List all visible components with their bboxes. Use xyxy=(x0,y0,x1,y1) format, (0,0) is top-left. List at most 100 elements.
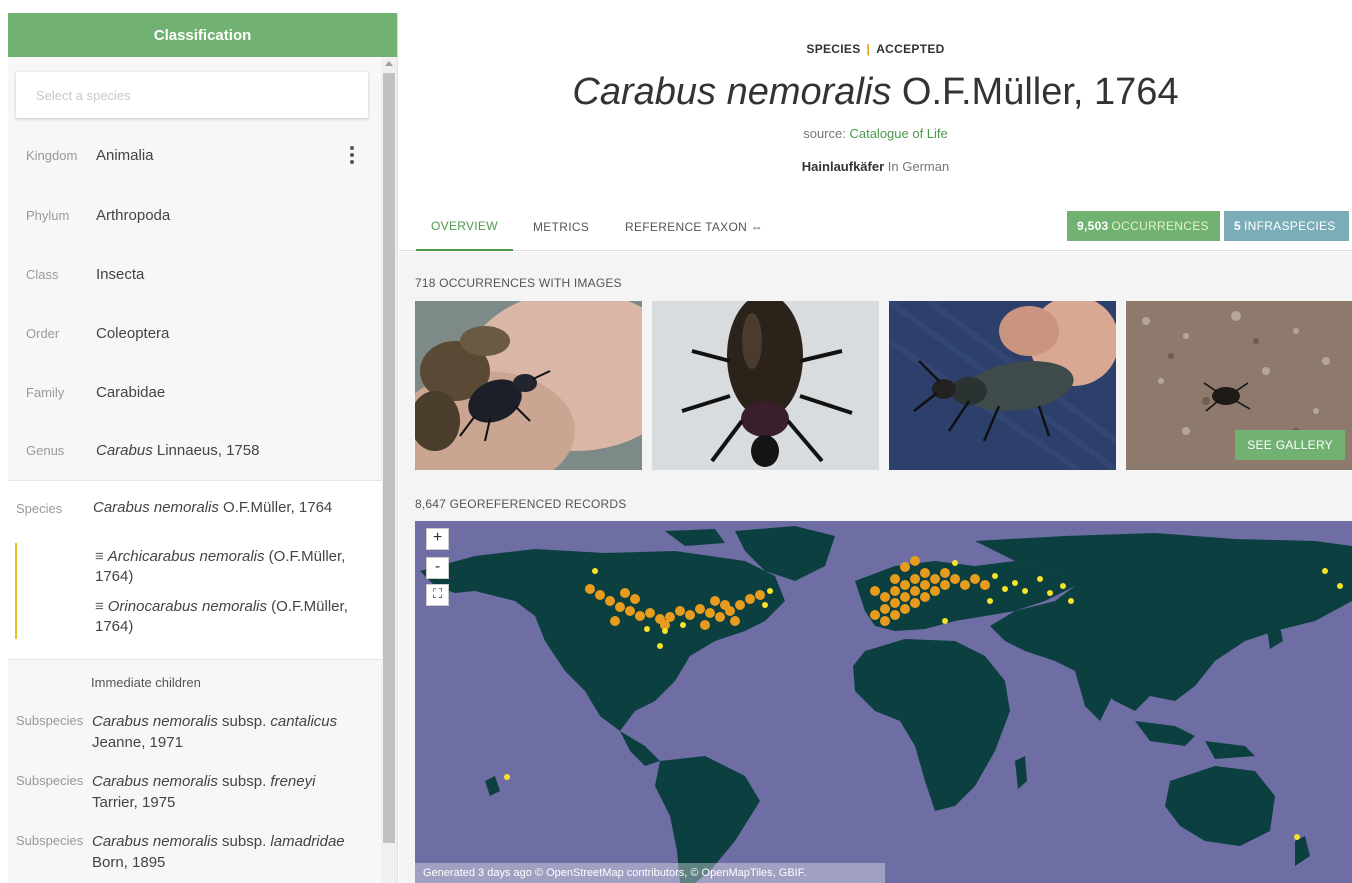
child-value[interactable]: Carabus nemoralis subsp. lamadridae Born,… xyxy=(92,831,372,873)
rank-row-class[interactable]: Class Insecta xyxy=(8,245,382,303)
title-author: O.F.Müller, 1764 xyxy=(891,71,1179,113)
occurrence-photo[interactable] xyxy=(889,301,1116,470)
vernacular-line: Hainlaufkäfer In German xyxy=(399,159,1352,174)
rank-row-order[interactable]: Order Coleoptera xyxy=(8,304,382,362)
child-row[interactable]: Subspecies Carabus nemoralis subsp. fren… xyxy=(8,771,382,813)
rank-value[interactable]: Carabidae xyxy=(96,384,165,401)
child-author: Tarrier, 1975 xyxy=(92,794,176,811)
sidebar-title: Classification xyxy=(8,13,397,57)
rank-row-genus[interactable]: Genus Carabus Linnaeus, 1758 xyxy=(8,421,382,479)
child-epithet: cantalicus xyxy=(270,713,338,730)
synonym-item[interactable]: ≡ Orinocarabus nemoralis (O.F.Müller, 176… xyxy=(95,597,375,637)
rank-label: Kingdom xyxy=(26,147,78,163)
genus-name: Carabus xyxy=(96,441,153,459)
synonym-name: Orinocarabus nemoralis xyxy=(107,598,268,615)
child-row[interactable]: Subspecies Carabus nemoralis subsp. lama… xyxy=(8,831,382,873)
rank-label: Family xyxy=(26,384,65,400)
infraspecies-label: INFRASPECIES xyxy=(1243,219,1336,233)
status-separator: | xyxy=(866,42,871,56)
child-name: Carabus nemoralis xyxy=(92,833,218,850)
child-author: Jeanne, 1971 xyxy=(92,734,183,751)
scrollbar-thumb[interactable] xyxy=(383,73,395,843)
vernacular-lang: In German xyxy=(884,159,950,174)
tab-metrics[interactable]: METRICS xyxy=(533,203,589,251)
occurrences-button[interactable]: 9,503 OCCURRENCES xyxy=(1067,211,1220,241)
classification-sidebar: Classification Kingdom Animalia Phylum A… xyxy=(8,13,398,883)
infraspecies-count: 5 xyxy=(1234,219,1241,233)
tab-overview[interactable]: OVERVIEW xyxy=(416,203,513,251)
rank-value[interactable]: Arthropoda xyxy=(96,207,170,224)
tab-reference-taxon[interactable]: REFERENCE TAXON ⇔ xyxy=(625,203,763,251)
child-subsp: subsp. xyxy=(217,833,271,850)
species-value: Carabus nemoralis O.F.Müller, 1764 xyxy=(93,499,332,516)
rank-label: Subspecies xyxy=(16,713,84,728)
more-vert-icon[interactable] xyxy=(350,146,354,164)
child-subsp: subsp. xyxy=(217,713,271,730)
rank-value[interactable]: Coleoptera xyxy=(96,325,169,342)
source-line: source: Catalogue of Life xyxy=(399,126,1352,141)
occurrence-photo[interactable]: SEE GALLERY xyxy=(1126,301,1352,470)
see-gallery-button[interactable]: SEE GALLERY xyxy=(1235,430,1345,460)
rank-label: Subspecies xyxy=(16,773,84,788)
rank-label: Subspecies xyxy=(16,833,84,848)
accepted-status: ACCEPTED xyxy=(876,42,945,56)
current-species-block: Species Carabus nemoralis O.F.Müller, 17… xyxy=(8,480,382,660)
species-name: Carabus nemoralis xyxy=(93,499,219,516)
children-heading: Immediate children xyxy=(91,675,201,690)
rank-value[interactable]: Animalia xyxy=(96,147,154,164)
rank-label: Species xyxy=(16,501,63,516)
fullscreen-icon[interactable]: ⛶ xyxy=(426,584,449,606)
images-heading: 718 OCCURRENCES WITH IMAGES xyxy=(415,276,622,290)
rank-status: SPECIES xyxy=(806,42,861,56)
child-author: Born, 1895 xyxy=(92,854,166,871)
taxon-status: SPECIES | ACCEPTED xyxy=(399,42,1352,56)
rank-label: Class xyxy=(26,266,59,282)
child-subsp: subsp. xyxy=(217,773,271,790)
child-name: Carabus nemoralis xyxy=(92,773,218,790)
child-name: Carabus nemoralis xyxy=(92,713,218,730)
species-search-box[interactable] xyxy=(16,72,368,118)
genus-author: Linnaeus, 1758 xyxy=(152,441,260,459)
child-epithet: freneyi xyxy=(270,773,316,790)
synonym-name: Archicarabus nemoralis xyxy=(107,548,265,565)
species-search-input[interactable] xyxy=(36,87,348,103)
synonym-icon: ≡ xyxy=(95,598,104,615)
overview-content: 718 OCCURRENCES WITH IMAGES SEE GALLERY … xyxy=(399,252,1352,883)
vernacular-name: Hainlaufkäfer xyxy=(801,159,885,174)
page-title: Carabus nemoralis O.F.Müller, 1764 xyxy=(399,71,1352,114)
rank-label: Genus xyxy=(26,442,65,458)
map-heading: 8,647 GEOREFERENCED RECORDS xyxy=(415,497,627,511)
source-prefix: source: xyxy=(803,126,850,141)
rank-row-kingdom[interactable]: Kingdom Animalia xyxy=(8,126,382,184)
child-value[interactable]: Carabus nemoralis subsp. cantalicus Jeann… xyxy=(92,711,372,753)
rank-label: Phylum xyxy=(26,207,70,223)
scroll-up-icon[interactable] xyxy=(385,61,393,66)
child-row[interactable]: Subspecies Carabus nemoralis subsp. cant… xyxy=(8,711,382,753)
infraspecies-button[interactable]: 5 INFRASPECIES xyxy=(1224,211,1349,241)
world-map xyxy=(415,521,1352,883)
source-link[interactable]: Catalogue of Life xyxy=(849,126,947,141)
zoom-out-button[interactable]: - xyxy=(426,557,449,579)
zoom-in-button[interactable]: + xyxy=(426,528,449,550)
synonym-item[interactable]: ≡ Archicarabus nemoralis (O.F.Müller, 176… xyxy=(95,547,375,587)
occurrence-photo[interactable] xyxy=(652,301,879,470)
title-sci-name: Carabus nemoralis xyxy=(572,71,892,113)
rank-row-phylum[interactable]: Phylum Arthropoda xyxy=(8,186,382,244)
species-author: O.F.Müller, 1764 xyxy=(218,499,333,516)
synonym-icon: ≡ xyxy=(95,548,104,565)
rank-value[interactable]: Insecta xyxy=(96,266,144,283)
rank-value[interactable]: Carabus Linnaeus, 1758 xyxy=(96,442,259,459)
synonym-bar xyxy=(15,543,17,639)
occurrences-count: 9,503 xyxy=(1077,219,1109,233)
species-row: Species Carabus nemoralis O.F.Müller, 17… xyxy=(8,499,382,516)
rank-label: Order xyxy=(26,325,60,341)
rank-row-family[interactable]: Family Carabidae xyxy=(8,363,382,421)
species-main: SPECIES | ACCEPTED Carabus nemoralis O.F.M… xyxy=(399,13,1352,883)
occurrence-photo[interactable] xyxy=(415,301,642,470)
child-epithet: lamadridae xyxy=(270,833,345,850)
occurrence-map[interactable]: + - ⛶ Generated 3 days ago © OpenStreetM… xyxy=(415,521,1352,883)
map-attribution: Generated 3 days ago © OpenStreetMap con… xyxy=(415,863,885,883)
child-value[interactable]: Carabus nemoralis subsp. freneyi Tarrier,… xyxy=(92,771,372,813)
occurrences-label: OCCURRENCES xyxy=(1111,219,1209,233)
sidebar-scrollbar[interactable] xyxy=(381,57,397,883)
